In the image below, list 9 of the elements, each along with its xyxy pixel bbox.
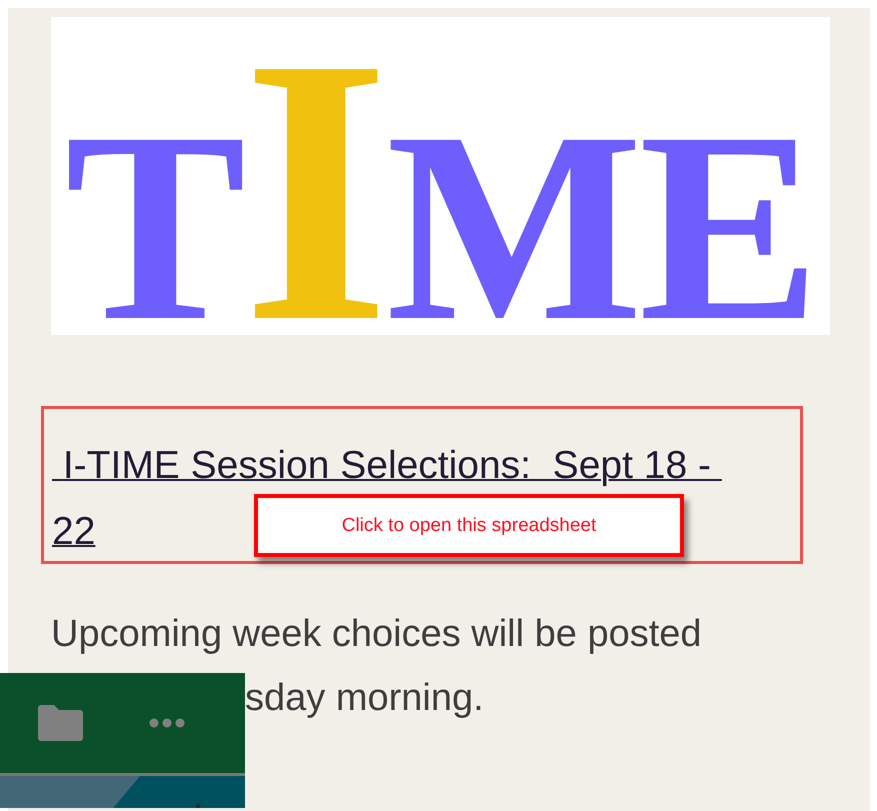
paragraph-line: Upcoming week choices will be posted [51,612,702,657]
paragraph-line: sday morning. [245,676,484,721]
logo-letter: T [64,91,242,363]
logo-letter: E [638,91,816,363]
tooltip: Click to open this spreadsheet [254,494,684,557]
logo-letter: I [242,1,386,381]
folder-icon[interactable] [38,705,83,741]
logo-letter: M [386,91,639,363]
more-icon[interactable] [149,718,185,728]
